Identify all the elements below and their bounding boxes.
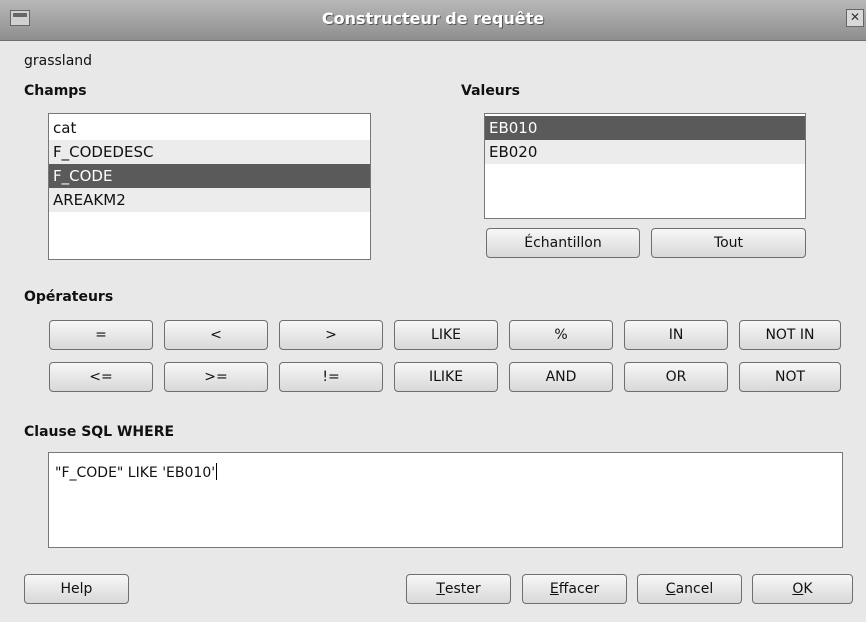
operators-title: Opérateurs [24, 289, 114, 305]
clear-label: ffacer [558, 581, 600, 597]
help-button[interactable]: Help [24, 574, 129, 604]
list-item[interactable]: F_CODE [49, 164, 370, 188]
close-icon[interactable]: ✕ [846, 9, 864, 27]
test-mnemonic: T [436, 581, 445, 597]
operator-percent-button[interactable]: % [509, 320, 613, 350]
text-caret [216, 463, 218, 480]
operator-less-equal-button[interactable]: <= [49, 362, 153, 392]
help-label: Help [60, 581, 93, 597]
layer-name: grassland [24, 53, 93, 69]
list-item[interactable]: cat [49, 116, 370, 140]
ok-mnemonic: O [792, 581, 804, 597]
operator-like-button[interactable]: LIKE [394, 320, 498, 350]
operator-label: > [325, 327, 337, 343]
operator-equal-button[interactable]: = [49, 320, 153, 350]
operator-not-equal-button[interactable]: != [279, 362, 383, 392]
where-clause-input[interactable]: "F_CODE" LIKE 'EB010' [48, 452, 843, 548]
clear-button[interactable]: Effacer [522, 574, 627, 604]
fields-title: Champs [24, 83, 87, 99]
operator-ilike-button[interactable]: ILIKE [394, 362, 498, 392]
sample-button[interactable]: Échantillon [486, 228, 640, 258]
where-clause-text: "F_CODE" LIKE 'EB010' [55, 465, 216, 481]
sample-label: Échantillon [524, 235, 602, 251]
list-item[interactable]: F_CODEDESC [49, 140, 370, 164]
all-label: Tout [713, 235, 744, 251]
operator-not-in-button[interactable]: NOT IN [739, 320, 841, 350]
values-title: Valeurs [461, 83, 521, 99]
fields-list[interactable]: cat F_CODEDESC F_CODE AREAKM2 [48, 113, 371, 260]
operator-label: >= [204, 369, 228, 385]
operator-label: OR [665, 369, 687, 385]
operator-label: = [95, 327, 107, 343]
title-bar: Constructeur de requête ✕ [0, 0, 866, 41]
values-list[interactable]: EB010 EB020 [484, 113, 806, 219]
operator-label: NOT IN [765, 327, 815, 343]
where-title: Clause SQL WHERE [24, 424, 175, 440]
window-title: Constructeur de requête [321, 9, 545, 28]
test-label: ester [444, 581, 481, 597]
ok-label: K [803, 581, 813, 597]
operator-in-button[interactable]: IN [624, 320, 728, 350]
list-item[interactable]: AREAKM2 [49, 188, 370, 212]
operator-label: AND [545, 369, 577, 385]
test-button[interactable]: Tester [406, 574, 511, 604]
operator-not-button[interactable]: NOT [739, 362, 841, 392]
operator-label: % [554, 327, 568, 343]
cancel-button[interactable]: Cancel [637, 574, 742, 604]
operator-label: NOT [774, 369, 806, 385]
operator-label: LIKE [431, 327, 461, 343]
cancel-mnemonic: C [665, 581, 676, 597]
operator-label: ILIKE [428, 369, 464, 385]
all-button[interactable]: Tout [651, 228, 806, 258]
operator-less-button[interactable]: < [164, 320, 268, 350]
ok-button[interactable]: OK [752, 574, 853, 604]
list-item[interactable]: EB020 [485, 140, 805, 164]
operator-or-button[interactable]: OR [624, 362, 728, 392]
operator-label: IN [668, 327, 684, 343]
operator-label: != [322, 369, 340, 385]
operator-greater-equal-button[interactable]: >= [164, 362, 268, 392]
list-item[interactable]: EB010 [485, 116, 805, 140]
clear-mnemonic: E [549, 581, 559, 597]
operator-and-button[interactable]: AND [509, 362, 613, 392]
operator-greater-button[interactable]: > [279, 320, 383, 350]
operator-label: < [210, 327, 222, 343]
cancel-label: ancel [675, 581, 714, 597]
operator-label: <= [89, 369, 113, 385]
